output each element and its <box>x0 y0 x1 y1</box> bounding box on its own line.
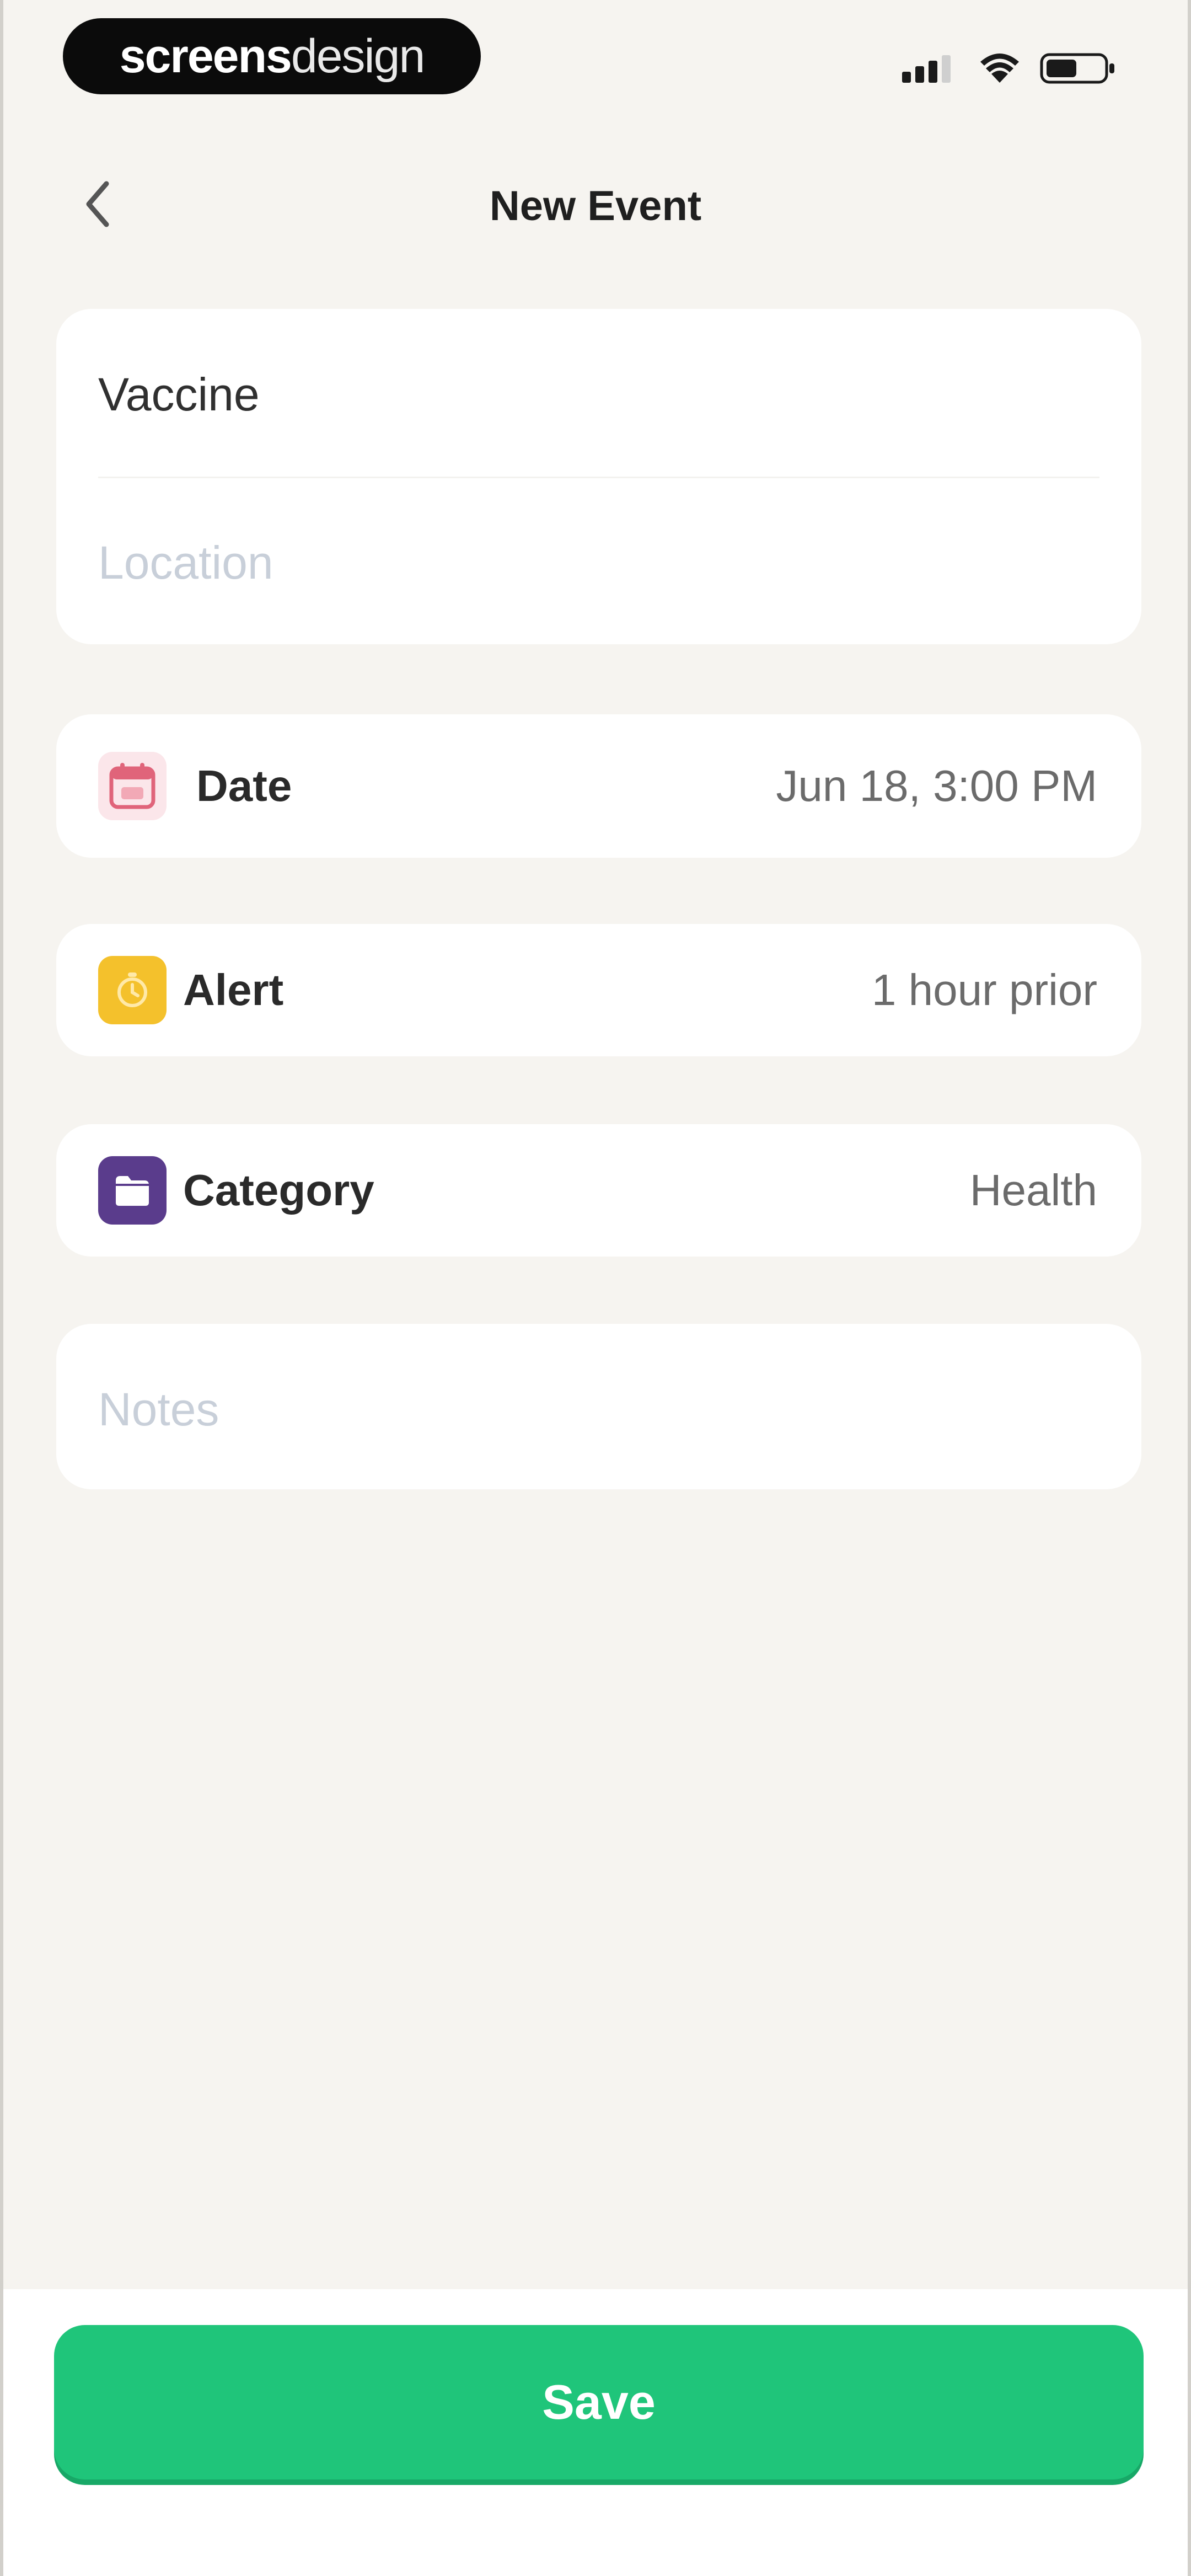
navigation-bar: New Event <box>3 160 1188 259</box>
brand-logo-bold: screens <box>119 29 292 83</box>
date-value: Jun 18, 3:00 PM <box>776 761 1097 810</box>
date-row[interactable]: Date Jun 18, 3:00 PM <box>56 714 1141 858</box>
alert-label: Alert <box>183 965 284 1014</box>
category-value: Health <box>969 1166 1097 1215</box>
date-label: Date <box>196 761 292 810</box>
cellular-signal-icon <box>902 55 951 83</box>
brand-logo-light: design <box>291 29 425 83</box>
alert-row[interactable]: Alert 1 hour prior <box>56 924 1141 1056</box>
alarm-clock-icon <box>98 956 167 1024</box>
alert-value: 1 hour prior <box>871 965 1097 1014</box>
wifi-icon <box>980 54 1019 83</box>
category-row[interactable]: Category Health <box>56 1124 1141 1257</box>
notes-input[interactable]: Notes <box>98 1368 1091 1451</box>
title-location-card: Vaccine Location <box>56 309 1141 644</box>
brand-logo: screens design <box>63 18 481 94</box>
notes-card: Notes <box>56 1324 1141 1489</box>
calendar-icon <box>98 752 167 820</box>
event-title-input[interactable]: Vaccine <box>98 353 1091 436</box>
save-button[interactable]: Save <box>54 2325 1144 2479</box>
battery-icon <box>1040 53 1114 84</box>
category-label: Category <box>183 1166 374 1215</box>
page-title: New Event <box>489 183 702 229</box>
location-input[interactable]: Location <box>98 521 1091 604</box>
field-divider <box>98 477 1099 478</box>
status-bar: screens design <box>3 0 1188 110</box>
folder-icon <box>98 1156 167 1225</box>
app-screen: screens design New Event Vaccine Locatio… <box>0 0 1191 2576</box>
